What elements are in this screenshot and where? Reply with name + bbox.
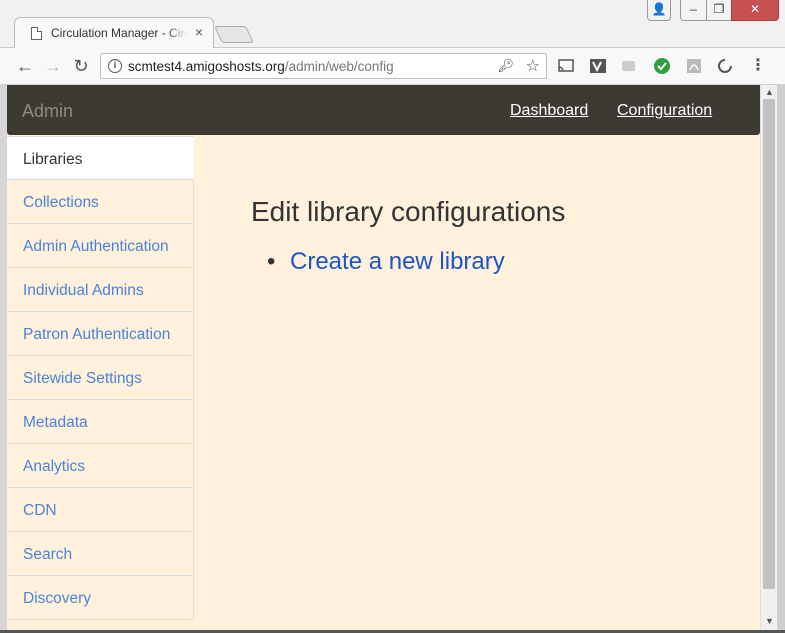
- sidebar-item-cdn[interactable]: CDN: [7, 488, 194, 532]
- sidebar-item-search[interactable]: Search: [7, 532, 194, 576]
- nav-link-dashboard[interactable]: Dashboard: [510, 102, 588, 120]
- scroll-up-arrow-icon[interactable]: ▲: [765, 87, 774, 97]
- scroll-thumb[interactable]: [763, 99, 775, 589]
- cast-icon[interactable]: [557, 57, 575, 75]
- sidebar-item-discovery[interactable]: Discovery: [7, 576, 194, 620]
- navbar-brand[interactable]: Admin: [22, 101, 73, 122]
- url-text[interactable]: scmtest4.amigoshosts.org/admin/web/confi…: [128, 59, 394, 74]
- minimize-button[interactable]: –: [680, 0, 707, 21]
- reload-button[interactable]: ↻: [70, 55, 92, 77]
- vertical-scrollbar[interactable]: ▲ ▼: [760, 85, 777, 630]
- sidebar-item-collections[interactable]: Collections: [7, 180, 194, 224]
- window-frame-left: [0, 85, 7, 633]
- new-tab-button[interactable]: [214, 26, 254, 43]
- user-profile-icon[interactable]: 👤: [647, 0, 671, 21]
- extension-v-icon[interactable]: [589, 57, 607, 75]
- back-button[interactable]: ←: [14, 55, 36, 77]
- url-host: scmtest4.amigoshosts.org: [128, 59, 285, 74]
- window-frame-right: [777, 85, 785, 633]
- forward-button[interactable]: →: [42, 55, 64, 77]
- extension-sync-icon[interactable]: [716, 57, 734, 75]
- url-path: /admin/web/config: [284, 59, 394, 74]
- tab-title: Circulation Manager - Circulation Manage…: [51, 26, 187, 40]
- sidebar-item-individual-admins[interactable]: Individual Admins: [7, 268, 194, 312]
- sidebar-item-patron-authentication[interactable]: Patron Authentication: [7, 312, 194, 356]
- sidebar-item-sitewide-settings[interactable]: Sitewide Settings: [7, 356, 194, 400]
- create-library-link[interactable]: Create a new library: [290, 248, 505, 276]
- sidebar-item-admin-authentication[interactable]: Admin Authentication: [7, 224, 194, 268]
- sidebar-item-analytics[interactable]: Analytics: [7, 444, 194, 488]
- list-bullet: •: [267, 248, 276, 275]
- key-icon[interactable]: 🔑︎: [497, 58, 514, 74]
- sidebar-item-libraries[interactable]: Libraries: [7, 136, 194, 180]
- close-window-button[interactable]: ✕: [731, 0, 779, 21]
- extension-pdf-icon[interactable]: [685, 57, 703, 75]
- sidebar: Libraries Collections Admin Authenticati…: [7, 136, 194, 620]
- page-content: Admin Dashboard Configuration Libraries …: [7, 85, 760, 630]
- scroll-down-arrow-icon[interactable]: ▼: [765, 616, 774, 626]
- info-icon[interactable]: i: [108, 59, 122, 73]
- sidebar-item-metadata[interactable]: Metadata: [7, 400, 194, 444]
- nav-link-configuration[interactable]: Configuration: [617, 102, 712, 120]
- address-bar[interactable]: i scmtest4.amigoshosts.org/admin/web/con…: [100, 53, 547, 79]
- browser-toolbar: ← → ↻ i scmtest4.amigoshosts.org/admin/w…: [0, 48, 785, 85]
- browser-titlebar: Circulation Manager - Circulation Manage…: [0, 0, 785, 49]
- bookmark-star-icon[interactable]: ☆: [526, 56, 540, 76]
- browser-tab[interactable]: Circulation Manager - Circulation Manage…: [14, 17, 214, 49]
- menu-kebab-icon[interactable]: ⋮: [749, 57, 767, 75]
- extension-chat-icon[interactable]: [620, 57, 638, 75]
- maximize-button[interactable]: ❐: [706, 0, 732, 21]
- document-icon: [31, 27, 42, 40]
- tab-close-icon[interactable]: ×: [195, 24, 203, 40]
- admin-navbar: Admin Dashboard Configuration: [7, 85, 760, 135]
- page-title: Edit library configurations: [251, 196, 566, 227]
- extension-check-icon[interactable]: [653, 57, 671, 75]
